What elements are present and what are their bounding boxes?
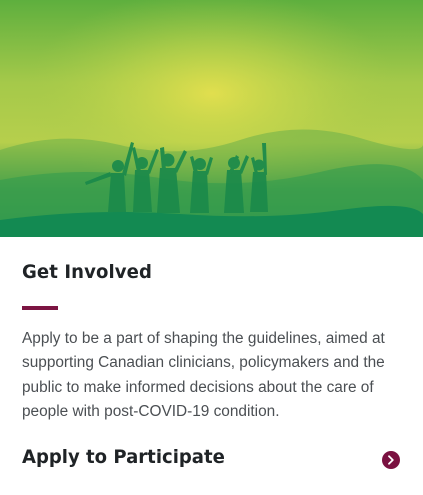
- accent-divider: [22, 306, 58, 310]
- hero-illustration: [0, 0, 423, 237]
- apply-to-participate-button[interactable]: [382, 451, 400, 469]
- card-title: Get Involved: [22, 261, 152, 283]
- chevron-right-icon: [388, 455, 394, 465]
- get-involved-card: Get Involved Apply to be a part of shapi…: [0, 237, 423, 495]
- card-description: Apply to be a part of shaping the guidel…: [22, 330, 385, 420]
- hero-image: [0, 0, 423, 237]
- apply-to-participate-link[interactable]: Apply to Participate: [22, 446, 225, 468]
